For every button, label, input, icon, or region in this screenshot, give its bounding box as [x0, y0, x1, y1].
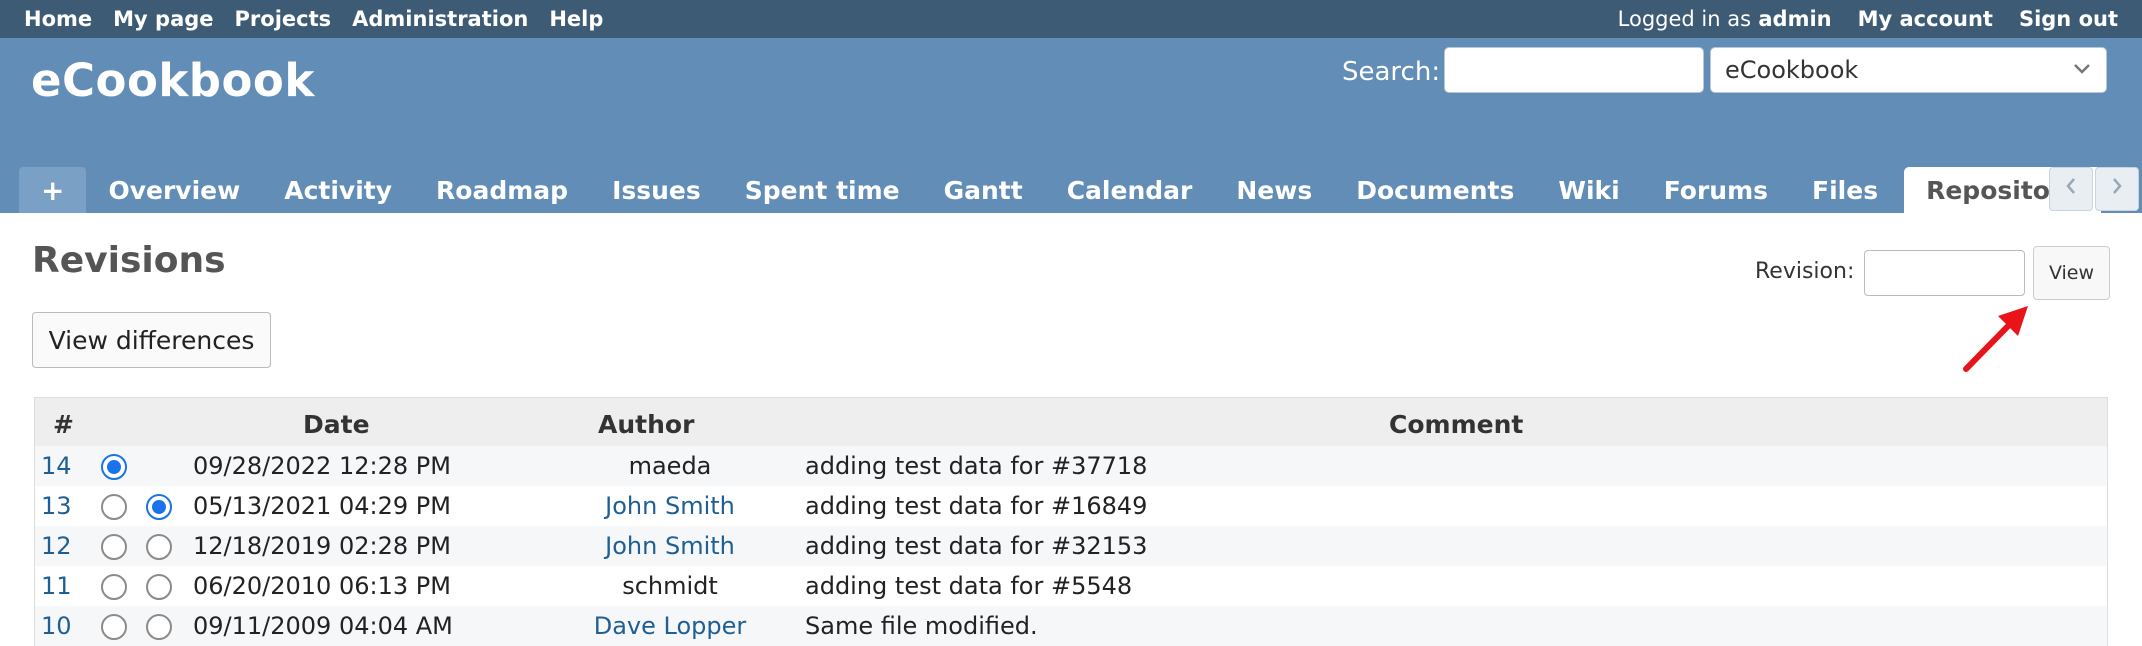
revision-input[interactable] [1864, 250, 2025, 296]
header-number: # [53, 410, 74, 439]
diff-to-radio[interactable] [146, 534, 172, 560]
diff-to-radio[interactable] [146, 494, 172, 520]
revision-date: 06/20/2010 06:13 PM [193, 572, 451, 600]
diff-to-radio[interactable] [146, 614, 172, 640]
top-menu-right: Logged in as admin My account Sign out [1618, 0, 2118, 38]
tab-issues[interactable]: Issues [590, 167, 723, 213]
table-header: # Date Author Comment [35, 398, 2107, 446]
revision-comment: adding test data for #37718 [805, 452, 1148, 480]
header-date: Date [303, 410, 370, 439]
table-row: 14 09/28/2022 12:28 PM maeda adding test… [35, 446, 2107, 486]
top-menu-help-link[interactable]: Help [549, 7, 603, 31]
revision-date: 09/28/2022 12:28 PM [193, 452, 451, 480]
my-account-link[interactable]: My account [1858, 7, 1993, 31]
revision-label: Revision: [1755, 259, 1855, 284]
project-jump-value: eCookbook [1725, 56, 1859, 84]
top-menu-administration-link[interactable]: Administration [352, 7, 528, 31]
project-jump-select[interactable]: eCookbook [1710, 47, 2107, 93]
revision-date: 09/11/2009 04:04 AM [193, 612, 453, 640]
revision-link[interactable]: 13 [41, 492, 72, 520]
new-object-tab[interactable]: + [19, 167, 87, 213]
tab-wiki[interactable]: Wiki [1536, 167, 1641, 213]
tab-scroll-controls [2049, 167, 2139, 211]
revision-author-link[interactable]: John Smith [515, 492, 825, 520]
header-author: Author [598, 410, 695, 439]
revision-link[interactable]: 11 [41, 572, 72, 600]
view-differences-button[interactable]: View differences [32, 312, 271, 368]
tab-roadmap[interactable]: Roadmap [414, 167, 590, 213]
table-row: 10 09/11/2009 04:04 AM Dave Lopper Same … [35, 606, 2107, 646]
red-arrow-icon [1960, 300, 2040, 379]
tab-scroll-left-button[interactable] [2049, 167, 2093, 211]
table-row: 12 12/18/2019 02:28 PM John Smith adding… [35, 526, 2107, 566]
chevron-down-icon [2072, 56, 2092, 88]
tab-files[interactable]: Files [1790, 167, 1900, 213]
diff-from-radio[interactable] [101, 534, 127, 560]
top-menu-left: Home My page Projects Administration Hel… [24, 0, 603, 38]
table-row: 13 05/13/2021 04:29 PM John Smith adding… [35, 486, 2107, 526]
diff-to-radio[interactable] [146, 574, 172, 600]
revision-link[interactable]: 10 [41, 612, 72, 640]
tab-forums[interactable]: Forums [1642, 167, 1790, 213]
revision-author: schmidt [622, 572, 718, 600]
tab-activity[interactable]: Activity [262, 167, 414, 213]
top-menu-projects-link[interactable]: Projects [235, 7, 332, 31]
top-menu-my-page-link[interactable]: My page [113, 7, 213, 31]
tab-overview[interactable]: Overview [86, 167, 262, 213]
revision-comment: Same file modified. [805, 612, 1038, 640]
top-menu: Home My page Projects Administration Hel… [0, 0, 2142, 38]
main-tabs: + Overview Activity Roadmap Issues Spent… [19, 167, 2101, 213]
revision-date: 05/13/2021 04:29 PM [193, 492, 451, 520]
diff-from-radio[interactable] [101, 614, 127, 640]
chevron-left-icon [2063, 174, 2079, 204]
search-label: Search: [1342, 57, 1441, 87]
revision-link[interactable]: 14 [41, 452, 72, 480]
revision-author-link[interactable]: John Smith [515, 532, 825, 560]
tab-news[interactable]: News [1214, 167, 1334, 213]
top-menu-home-link[interactable]: Home [24, 7, 92, 31]
logged-in-user-link[interactable]: admin [1758, 7, 1831, 31]
diff-from-radio[interactable] [101, 454, 127, 480]
header-comment: Comment [1389, 410, 1524, 439]
logged-in-status: Logged in as admin [1618, 7, 1832, 31]
tab-scroll-right-button[interactable] [2095, 167, 2139, 211]
table-row: 11 06/20/2010 06:13 PM schmidt adding te… [35, 566, 2107, 606]
project-title: eCookbook [31, 54, 315, 107]
view-revision-button[interactable]: View [2033, 246, 2110, 300]
diff-from-radio[interactable] [101, 574, 127, 600]
tab-spent-time[interactable]: Spent time [723, 167, 922, 213]
logged-in-prefix: Logged in as [1617, 7, 1752, 31]
tab-calendar[interactable]: Calendar [1045, 167, 1215, 213]
revision-author: maeda [628, 452, 712, 480]
revision-author-link[interactable]: Dave Lopper [515, 612, 825, 640]
search-input[interactable] [1444, 47, 1704, 93]
revision-comment: adding test data for #16849 [805, 492, 1148, 520]
tab-documents[interactable]: Documents [1334, 167, 1536, 213]
revisions-table: # Date Author Comment 14 09/28/2022 12:2… [34, 397, 2108, 646]
diff-from-radio[interactable] [101, 494, 127, 520]
revision-comment: adding test data for #5548 [805, 572, 1133, 600]
chevron-right-icon [2109, 174, 2125, 204]
revision-comment: adding test data for #32153 [805, 532, 1148, 560]
revision-date: 12/18/2019 02:28 PM [193, 532, 451, 560]
page-title: Revisions [32, 240, 226, 281]
revision-link[interactable]: 12 [41, 532, 72, 560]
sign-out-link[interactable]: Sign out [2019, 7, 2118, 31]
tab-gantt[interactable]: Gantt [922, 167, 1045, 213]
